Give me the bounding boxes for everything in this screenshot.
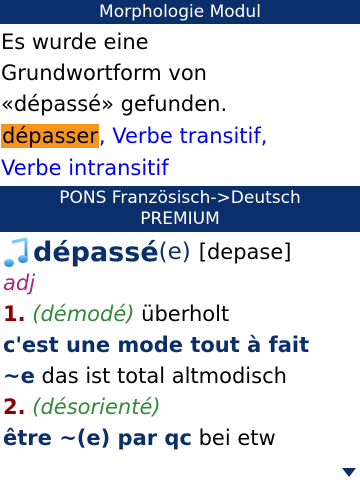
sense-gloss: (démodé) xyxy=(32,302,135,326)
dictionary-edition: PREMIUM xyxy=(140,209,220,229)
message-line: «dépassé» gefunden. xyxy=(1,92,228,116)
truncated-line xyxy=(3,454,360,466)
music-note-icon[interactable] xyxy=(3,237,29,268)
scroll-down-arrow-icon[interactable] xyxy=(342,468,356,477)
morphology-title: Morphologie Modul xyxy=(99,2,261,22)
example-phrase-tilde: ~e xyxy=(3,364,35,388)
dictionary-entry: dépassé (e) [depase] adj 1. (démodé) über… xyxy=(0,232,360,466)
sense-gloss: (désorienté) xyxy=(32,395,161,419)
sense-number: 2. xyxy=(3,395,26,419)
morphology-message: Es wurde eine Grundwortform von «dépassé… xyxy=(0,24,360,120)
sense-translation: überholt xyxy=(141,302,230,326)
example-phrase: c'est une mode tout à fait xyxy=(3,333,310,357)
verbe-transitif-link[interactable]: Verbe transitif, xyxy=(112,124,267,148)
base-form-links: dépasser, Verbe transitif, Verbe intrans… xyxy=(0,120,360,184)
sense-2: 2. (désorienté) xyxy=(3,392,360,423)
phonetic-transcription: [depase] xyxy=(198,240,292,264)
separator: , xyxy=(98,124,106,148)
verbe-intransitif-link[interactable]: Verbe intransitif xyxy=(1,156,169,180)
morphology-panel: Morphologie Modul Es wurde eine Grundwor… xyxy=(0,0,360,186)
example-1: c'est une mode tout à fait xyxy=(3,330,360,361)
example-phrase: être ~(e) par qc xyxy=(3,426,192,450)
headword-row: dépassé (e) [depase] xyxy=(3,232,360,268)
example-translation: bei etw xyxy=(198,426,276,450)
headword-feminine-suffix: (e) xyxy=(158,239,191,265)
dictionary-header: PONS Französisch->Deutsch PREMIUM xyxy=(0,186,360,232)
part-of-speech-row: adj xyxy=(3,268,360,299)
dictionary-title: PONS Französisch->Deutsch xyxy=(59,188,301,208)
headword: dépassé xyxy=(33,237,159,268)
example-1-continued: ~e das ist total altmodisch xyxy=(3,361,360,392)
message-line: Es wurde eine xyxy=(1,30,149,54)
sense-number: 1. xyxy=(3,302,26,326)
sense-1: 1. (démodé) überholt xyxy=(3,299,360,330)
example-2: être ~(e) par qc bei etw xyxy=(3,423,360,454)
message-line: Grundwortform von xyxy=(1,61,207,85)
morphology-header: Morphologie Modul xyxy=(0,0,360,24)
part-of-speech: adj xyxy=(3,271,36,295)
dictionary-screen: Morphologie Modul Es wurde eine Grundwor… xyxy=(0,0,360,480)
example-translation: das ist total altmodisch xyxy=(41,364,287,388)
base-form-lemma-link[interactable]: dépasser xyxy=(1,124,99,148)
